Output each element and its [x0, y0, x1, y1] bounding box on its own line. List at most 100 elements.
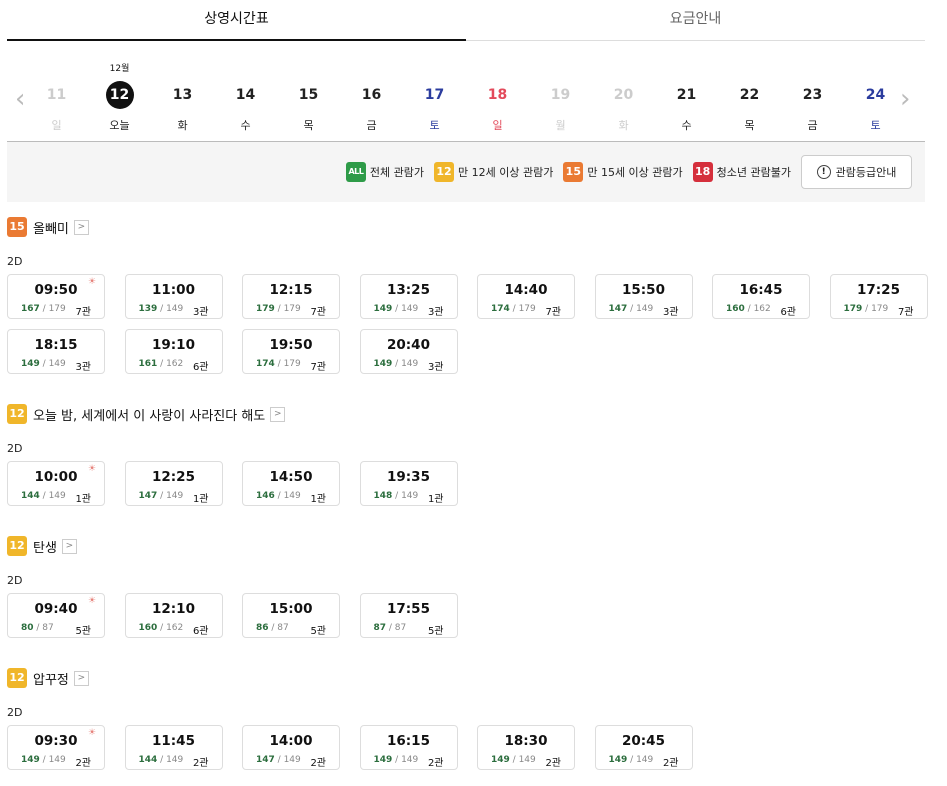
total-seats: 179 — [871, 304, 889, 314]
rating-12-badge: 12 — [7, 668, 27, 688]
showtime-time: 14:00 — [269, 733, 313, 749]
month-label: 12월 — [109, 64, 130, 74]
available-seats: 147 — [138, 491, 158, 501]
movie-detail-chevron-icon[interactable]: > — [73, 219, 89, 235]
next-dates-chevron-right-icon[interactable]: › — [900, 86, 910, 112]
tab-bar: 상영시간표 요금안내 — [7, 0, 925, 41]
showtime-slot[interactable]: 19:10 161 / 162 6관 — [124, 329, 223, 374]
seat-availability: 167 / 179 — [21, 304, 66, 314]
showtime-grid: ☀ 10:00 144 / 149 1관 12:25 147 / 149 1관 14:50 14… — [7, 461, 925, 506]
showtime-slot[interactable]: 12:15 179 / 179 7관 — [242, 274, 340, 319]
showtime-slot[interactable]: ☀ 10:00 144 / 149 1관 — [7, 461, 105, 506]
movie-detail-chevron-icon[interactable]: > — [73, 670, 89, 686]
available-seats: 146 — [256, 491, 275, 501]
available-seats: 174 — [491, 304, 510, 314]
total-seats: 149 — [401, 491, 419, 501]
showtime-slot[interactable]: 14:40 174 / 179 7관 — [477, 274, 575, 319]
showtime-slot[interactable]: 20:45 149 / 149 2관 — [594, 725, 693, 770]
showtime-time: 18:30 — [504, 733, 548, 749]
showtime-slot[interactable]: 17:25 179 / 179 7관 — [829, 274, 928, 319]
prev-dates-chevron-left-icon[interactable]: ‹ — [15, 86, 25, 112]
screen-format: 2D — [7, 442, 23, 455]
movie-detail-chevron-icon[interactable]: > — [270, 406, 286, 422]
showtime-time: 19:10 — [152, 337, 195, 353]
rating-guide-button[interactable]: ! 관람등급안내 — [801, 155, 912, 189]
movie-section: 15 올빼미 >2D ☀ 09:50 167 / 179 7관 11:00 139 / 149 3… — [7, 217, 928, 374]
showtime-time: 10:00 — [34, 469, 78, 485]
showtime-time: 12:25 — [152, 469, 195, 485]
showtime-slot[interactable]: 11:45 144 / 149 2관 — [124, 725, 223, 770]
date-number: 13 — [172, 87, 193, 103]
day-of-week: 금 — [366, 119, 377, 132]
rating-all-badge: ALL — [345, 162, 366, 182]
rating-15-badge: 15 — [563, 162, 584, 182]
hall-number: 7관 — [310, 307, 326, 318]
date-number: 18 — [487, 87, 508, 103]
date-number: 15 — [298, 87, 319, 103]
movie-detail-chevron-icon[interactable]: > — [61, 538, 77, 554]
showtime-slot[interactable]: 15:00 86 / 87 5관 — [242, 593, 340, 638]
showtime-slot[interactable]: 20:40 149 / 149 3관 — [359, 329, 458, 374]
day-of-week: 수 — [681, 119, 692, 132]
available-seats: 161 — [138, 359, 158, 369]
showtime-slot[interactable]: 16:45 160 / 162 6관 — [712, 274, 810, 319]
day-of-week: 수 — [240, 119, 251, 132]
showtime-slot[interactable]: 12:10 160 / 162 6관 — [124, 593, 223, 638]
showtime-slot[interactable]: ☀ 09:30 149 / 149 2관 — [7, 725, 105, 770]
total-seats: 149 — [166, 491, 184, 501]
showtime-grid: ☀ 09:40 80 / 87 5관 12:10 160 / 162 6관 15:00 86 /… — [7, 593, 925, 638]
day-of-week: 월 — [555, 119, 566, 132]
showtime-time: 13:25 — [387, 282, 430, 298]
hall-number: 5관 — [75, 626, 91, 637]
hall-number: 3관 — [662, 307, 679, 318]
showtime-slot[interactable]: 14:00 147 / 149 2관 — [242, 725, 340, 770]
showtime-slot[interactable]: 18:15 149 / 149 3관 — [7, 329, 105, 374]
available-seats: 149 — [21, 359, 40, 369]
info-icon: ! — [816, 165, 831, 179]
legend-item-18: 18 청소년 관람불가 — [692, 162, 791, 182]
showtime-slot[interactable]: 19:50 174 / 179 7관 — [242, 329, 340, 374]
seat-availability: 147 / 149 — [256, 755, 301, 765]
total-seats: 149 — [636, 304, 654, 314]
seat-availability: 147 / 149 — [138, 491, 184, 501]
total-seats: 179 — [48, 304, 66, 314]
tab-showtimes[interactable]: 상영시간표 — [7, 0, 466, 41]
seat-availability: 144 / 149 — [138, 755, 184, 765]
showtime-slot[interactable]: ☀ 09:50 167 / 179 7관 — [7, 274, 105, 319]
showtime-slot[interactable]: 15:50 147 / 149 3관 — [594, 274, 693, 319]
showtime-slot[interactable]: 11:00 139 / 149 3관 — [124, 274, 223, 319]
tab-pricing[interactable]: 요금안내 — [466, 0, 925, 41]
screen-format: 2D — [7, 706, 23, 719]
date-number: 20 — [613, 87, 634, 103]
showtime-slot[interactable]: 12:25 147 / 149 1관 — [124, 461, 223, 506]
available-seats: 149 — [21, 755, 40, 765]
available-seats: 139 — [138, 304, 158, 314]
showtime-time: 09:40 — [34, 601, 78, 617]
showtime-slot[interactable]: 19:35 148 / 149 1관 — [359, 461, 458, 506]
hall-number: 7관 — [545, 307, 561, 318]
legend-label: 청소년 관람불가 — [716, 166, 791, 179]
showtime-slot[interactable]: 13:25 149 / 149 3관 — [359, 274, 458, 319]
total-seats: 149 — [283, 491, 301, 501]
showtime-slot[interactable]: 17:55 87 / 87 5관 — [359, 593, 458, 638]
showtime-slot[interactable]: ☀ 09:40 80 / 87 5관 — [7, 593, 105, 638]
movie-title: 압꾸정 — [33, 672, 69, 688]
hall-number: 1관 — [75, 494, 91, 505]
seat-availability: 149 / 149 — [21, 755, 66, 765]
hall-number: 1관 — [192, 494, 209, 505]
showtime-slot[interactable]: 16:15 149 / 149 2관 — [359, 725, 458, 770]
showtime-time: 17:25 — [857, 282, 900, 298]
showtime-slot[interactable]: 14:50 146 / 149 1관 — [242, 461, 340, 506]
available-seats: 80 — [21, 623, 34, 633]
date-number: 12 — [105, 81, 134, 109]
legend-label: 만 12세 이상 관람가 — [458, 166, 554, 179]
available-seats: 149 — [373, 755, 393, 765]
total-seats: 87 — [394, 623, 407, 633]
showtime-slot[interactable]: 18:30 149 / 149 2관 — [477, 725, 575, 770]
total-seats: 162 — [166, 359, 184, 369]
available-seats: 149 — [373, 304, 393, 314]
date-number: 22 — [739, 87, 760, 103]
day-of-week: 토 — [429, 119, 440, 132]
showtime-time: 17:55 — [387, 601, 430, 617]
seat-availability: 160 / 162 — [726, 304, 771, 314]
